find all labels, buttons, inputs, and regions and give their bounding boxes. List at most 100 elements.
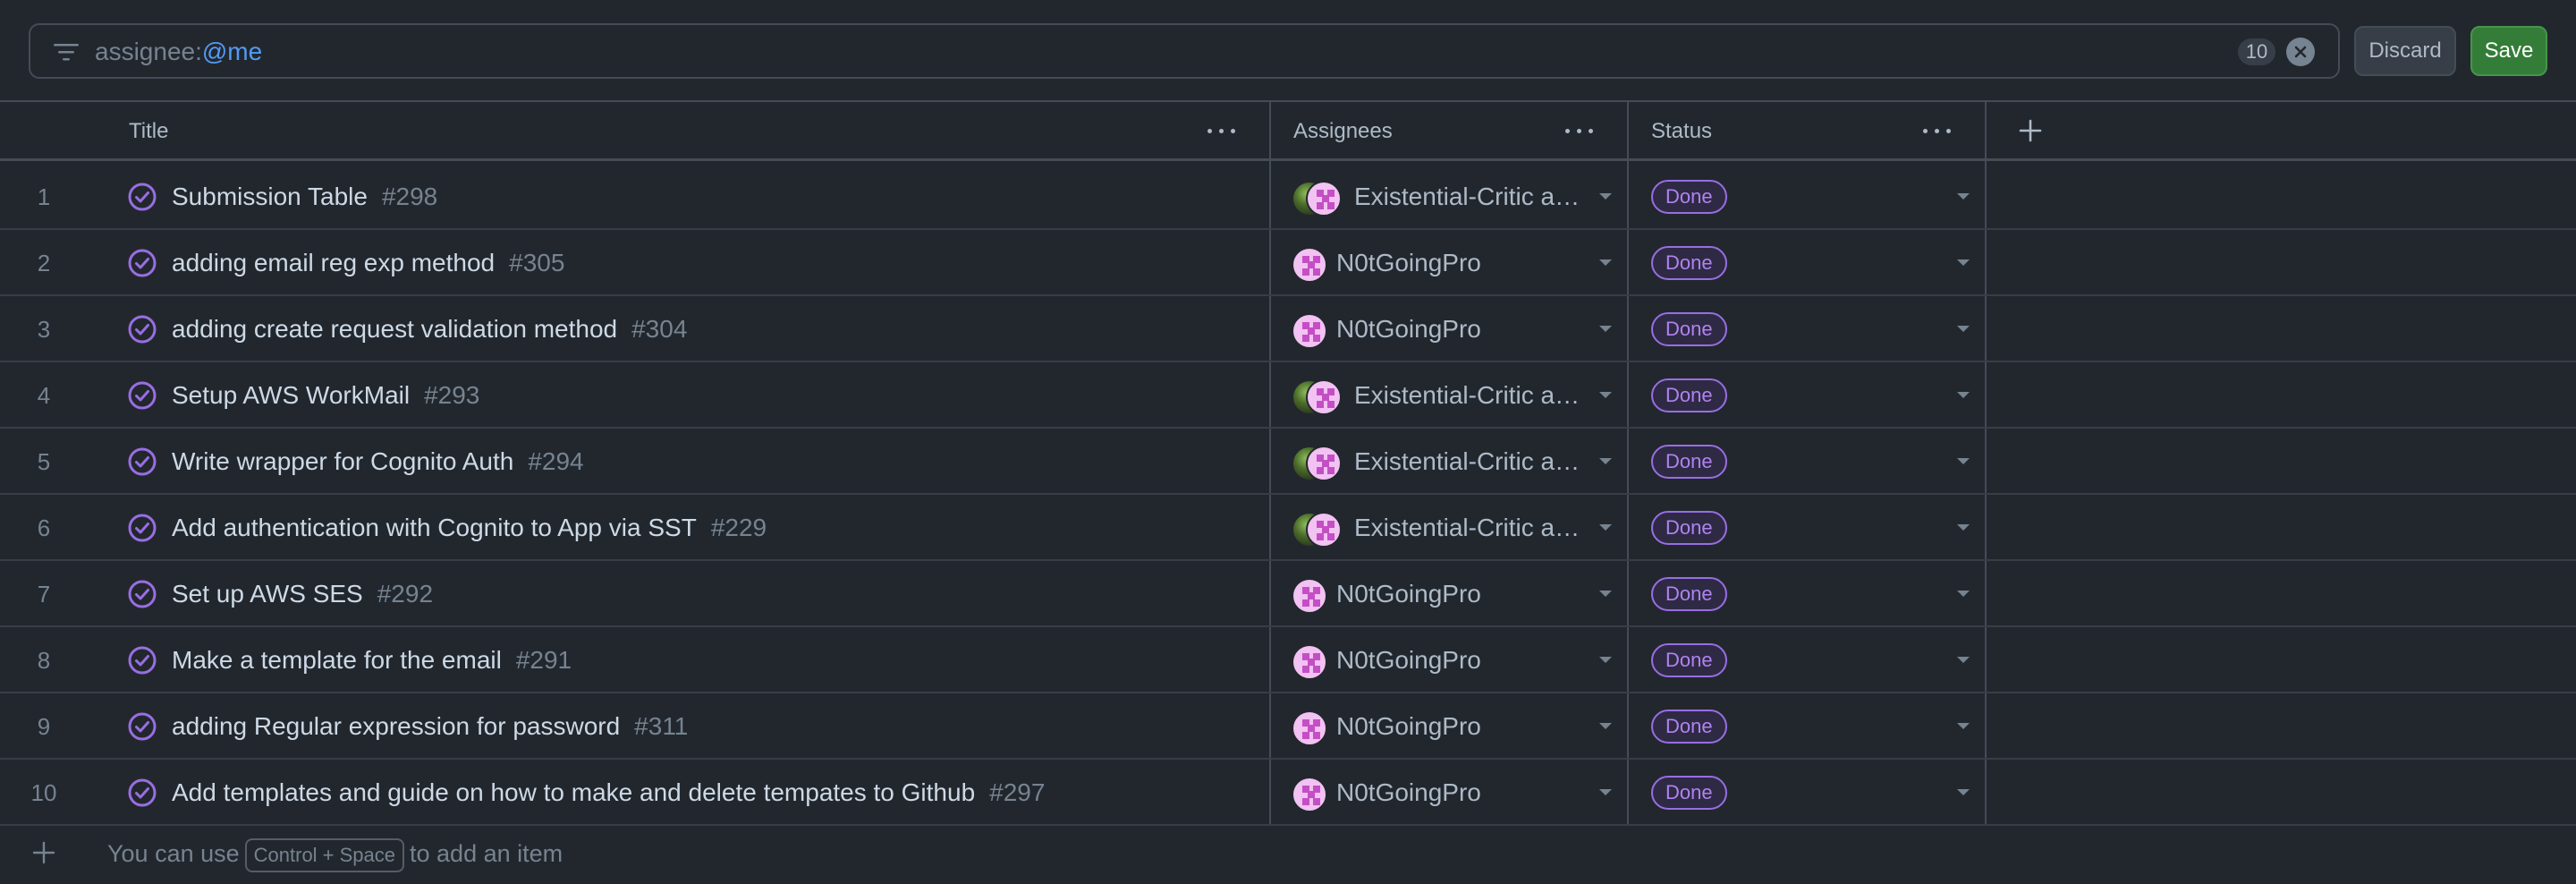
- clear-filter-button[interactable]: [2286, 38, 2315, 66]
- column-header-status[interactable]: Status: [1651, 102, 1712, 161]
- status-badge[interactable]: Done: [1651, 246, 1727, 280]
- filter-mention: @me: [201, 38, 263, 65]
- chevron-down-icon[interactable]: [1957, 591, 1970, 597]
- row-number: 6: [37, 514, 51, 541]
- item-title-text[interactable]: Set up AWS SES: [172, 580, 363, 608]
- chevron-down-icon[interactable]: [1957, 259, 1970, 266]
- chevron-down-icon[interactable]: [1957, 723, 1970, 729]
- closed-issue-icon: [128, 249, 157, 277]
- item-title-text[interactable]: Add authentication with Cognito to App v…: [172, 514, 697, 541]
- closed-issue-icon: [128, 381, 157, 410]
- table-row[interactable]: 1 Submission Table #298 Existential-Critic …: [0, 164, 2576, 230]
- add-item-plus-icon[interactable]: [32, 841, 55, 864]
- assignee-avatars: [1292, 512, 1349, 548]
- table-row[interactable]: 9 adding Regular expression for password #…: [0, 693, 2576, 760]
- table-row[interactable]: 10 Add templates and guide on how to make…: [0, 760, 2576, 826]
- assignees-column-menu-icon[interactable]: [1565, 120, 1596, 141]
- item-title[interactable]: Write wrapper for Cognito Auth #294: [172, 429, 584, 495]
- item-title[interactable]: Set up AWS SES #292: [172, 561, 433, 627]
- item-title[interactable]: adding create request validation method #…: [172, 296, 687, 362]
- item-title-text[interactable]: Add templates and guide on how to make a…: [172, 778, 975, 806]
- chevron-down-icon[interactable]: [1599, 524, 1612, 531]
- chevron-down-icon[interactable]: [1957, 657, 1970, 663]
- item-title-text[interactable]: adding Regular expression for password: [172, 712, 620, 740]
- assignee-names[interactable]: Existential-Critic an...: [1354, 495, 1585, 561]
- row-number: 7: [37, 581, 51, 608]
- column-header-title[interactable]: Title: [129, 102, 168, 161]
- status-badge[interactable]: Done: [1651, 511, 1727, 545]
- filter-input[interactable]: assignee:@me 10: [29, 23, 2340, 79]
- result-count-badge: 10: [2238, 38, 2275, 65]
- row-number: 2: [37, 250, 51, 276]
- assignee-names[interactable]: N0tGoingPro: [1336, 296, 1585, 362]
- status-badge[interactable]: Done: [1651, 445, 1727, 479]
- chevron-down-icon[interactable]: [1599, 392, 1612, 398]
- closed-issue-icon: [128, 778, 157, 807]
- status-badge[interactable]: Done: [1651, 378, 1727, 412]
- chevron-down-icon[interactable]: [1599, 789, 1612, 795]
- assignee-names[interactable]: N0tGoingPro: [1336, 627, 1585, 693]
- table-row[interactable]: 3 adding create request validation method…: [0, 296, 2576, 362]
- status-badge[interactable]: Done: [1651, 577, 1727, 611]
- item-title-text[interactable]: adding email reg exp method: [172, 249, 495, 276]
- item-title[interactable]: Make a template for the email #291: [172, 627, 572, 693]
- assignee-names[interactable]: N0tGoingPro: [1336, 230, 1585, 296]
- chevron-down-icon[interactable]: [1599, 657, 1612, 663]
- closed-issue-icon: [128, 580, 157, 608]
- item-title[interactable]: Setup AWS WorkMail #293: [172, 362, 479, 429]
- avatar: [1292, 644, 1327, 680]
- table-row[interactable]: 8 Make a template for the email #291 N0tGoi…: [0, 627, 2576, 693]
- item-title-text[interactable]: adding create request validation method: [172, 315, 617, 343]
- assignee-names[interactable]: Existential-Critic an...: [1354, 429, 1585, 495]
- status-badge[interactable]: Done: [1651, 776, 1727, 810]
- item-title[interactable]: Add authentication with Cognito to App v…: [172, 495, 767, 561]
- chevron-down-icon[interactable]: [1599, 326, 1612, 332]
- assignee-names[interactable]: N0tGoingPro: [1336, 760, 1585, 826]
- chevron-down-icon[interactable]: [1957, 524, 1970, 531]
- status-badge[interactable]: Done: [1651, 643, 1727, 677]
- chevron-down-icon[interactable]: [1599, 259, 1612, 266]
- chevron-down-icon[interactable]: [1599, 193, 1612, 200]
- chevron-down-icon[interactable]: [1957, 193, 1970, 200]
- title-column-menu-icon[interactable]: [1208, 120, 1238, 141]
- chevron-down-icon[interactable]: [1599, 591, 1612, 597]
- item-title-text[interactable]: Submission Table: [172, 183, 368, 210]
- item-title-text[interactable]: Write wrapper for Cognito Auth: [172, 447, 513, 475]
- chevron-down-icon[interactable]: [1599, 458, 1612, 464]
- assignee-names[interactable]: Existential-Critic an...: [1354, 362, 1585, 429]
- table-header: Title Assignees Status: [0, 102, 2576, 161]
- chevron-down-icon[interactable]: [1599, 723, 1612, 729]
- filter-icon: [54, 44, 79, 61]
- table-row[interactable]: 5 Write wrapper for Cognito Auth #294 Exist…: [0, 429, 2576, 495]
- item-title-text[interactable]: Make a template for the email: [172, 646, 502, 674]
- save-button[interactable]: Save: [2470, 26, 2547, 76]
- closed-issue-icon: [128, 183, 157, 211]
- chevron-down-icon[interactable]: [1957, 326, 1970, 332]
- column-header-assignees[interactable]: Assignees: [1293, 102, 1393, 161]
- item-title-text[interactable]: Setup AWS WorkMail: [172, 381, 410, 409]
- assignee-names[interactable]: Existential-Critic an...: [1354, 164, 1585, 230]
- table-row[interactable]: 6 Add authentication with Cognito to App …: [0, 495, 2576, 561]
- table-row[interactable]: 2 adding email reg exp method #305 N0tGoing…: [0, 230, 2576, 296]
- status-badge[interactable]: Done: [1651, 710, 1727, 744]
- table-row[interactable]: 4 Setup AWS WorkMail #293 Existential-Criti…: [0, 362, 2576, 429]
- item-title[interactable]: adding email reg exp method #305: [172, 230, 564, 296]
- chevron-down-icon[interactable]: [1957, 392, 1970, 398]
- status-badge[interactable]: Done: [1651, 180, 1727, 214]
- status-column-menu-icon[interactable]: [1923, 120, 1953, 141]
- assignee-names[interactable]: N0tGoingPro: [1336, 561, 1585, 627]
- chevron-down-icon[interactable]: [1957, 789, 1970, 795]
- add-column-plus-icon[interactable]: [2018, 118, 2043, 143]
- add-item-row[interactable]: You can use Control + Space to add an item: [0, 823, 2576, 884]
- assignee-names[interactable]: N0tGoingPro: [1336, 693, 1585, 760]
- item-title[interactable]: Add templates and guide on how to make a…: [172, 760, 1045, 826]
- table-row[interactable]: 7 Set up AWS SES #292 N0tGoingPro Done: [0, 561, 2576, 627]
- filter-toolbar: assignee:@me 10 Discard Save: [0, 0, 2576, 100]
- filter-query[interactable]: assignee:@me: [95, 38, 262, 66]
- item-title[interactable]: Submission Table #298: [172, 164, 437, 230]
- row-number: 10: [30, 779, 57, 806]
- discard-button[interactable]: Discard: [2354, 26, 2456, 76]
- status-badge[interactable]: Done: [1651, 312, 1727, 346]
- item-title[interactable]: adding Regular expression for password #3…: [172, 693, 688, 760]
- chevron-down-icon[interactable]: [1957, 458, 1970, 464]
